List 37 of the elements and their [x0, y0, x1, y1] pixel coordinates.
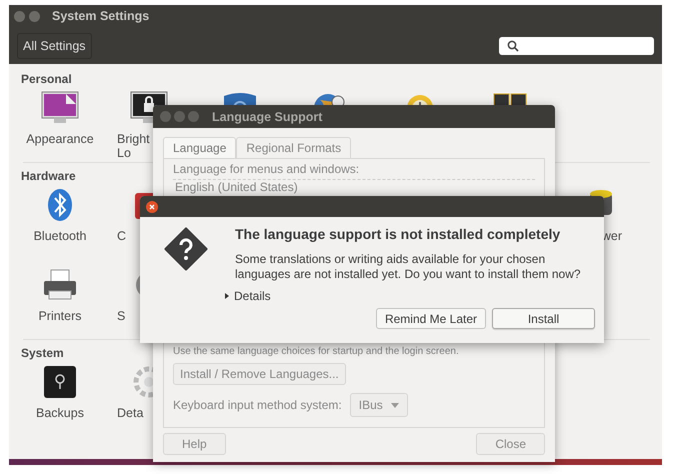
install-languages-button[interactable]: Install / Remove Languages... [173, 363, 346, 385]
item-label: Lo [117, 146, 131, 160]
tab[interactable]: Regional Formats [236, 137, 352, 158]
search-field[interactable] [499, 36, 654, 54]
question-icon [164, 227, 208, 271]
dialog-button[interactable]: Close [476, 433, 545, 455]
item-label: Printers [38, 309, 82, 323]
dialog-button[interactable]: Install [492, 308, 595, 329]
item-label: Deta [117, 406, 144, 420]
field-label: Keyboard input method system: [173, 398, 342, 412]
note-text: Use the same language choices for startup and the login screen. [173, 346, 459, 357]
dialog-button[interactable]: Remind Me Later [376, 308, 486, 329]
item-label: Appearance [26, 132, 94, 146]
monitor-icon[interactable] [40, 90, 80, 126]
all-settings-button[interactable]: All Settings [17, 32, 92, 58]
item-label: Bright [117, 132, 150, 146]
details-expander[interactable]: Details [224, 289, 271, 303]
caret-icon [390, 402, 399, 408]
dialog-message: languages are not installed yet. Do you want to install them now? [235, 267, 581, 282]
item-label: C [117, 229, 126, 243]
expander-icon [224, 293, 230, 299]
window-title: System Settings [52, 9, 150, 23]
item-label: Backups [36, 406, 84, 420]
item-label: S [117, 309, 126, 323]
language-item[interactable]: English (United States) [175, 180, 298, 194]
section-heading: System [21, 346, 64, 360]
dialog-heading: The language support is not installed completely [235, 226, 562, 242]
item-label: Bluetooth [34, 229, 86, 243]
search-icon [507, 40, 519, 52]
section-heading: Hardware [21, 169, 76, 183]
window-title: Language Support [212, 110, 322, 124]
input-method-dropdown[interactable]: IBus [350, 393, 408, 417]
section-heading: Personal [21, 72, 72, 86]
dialog-button[interactable]: Help [163, 433, 226, 455]
tab[interactable]: Language [163, 137, 236, 158]
dialog-message: Some translations or writing aids available for your chosen [235, 252, 546, 267]
field-label: Language for menus and windows: [173, 162, 360, 176]
